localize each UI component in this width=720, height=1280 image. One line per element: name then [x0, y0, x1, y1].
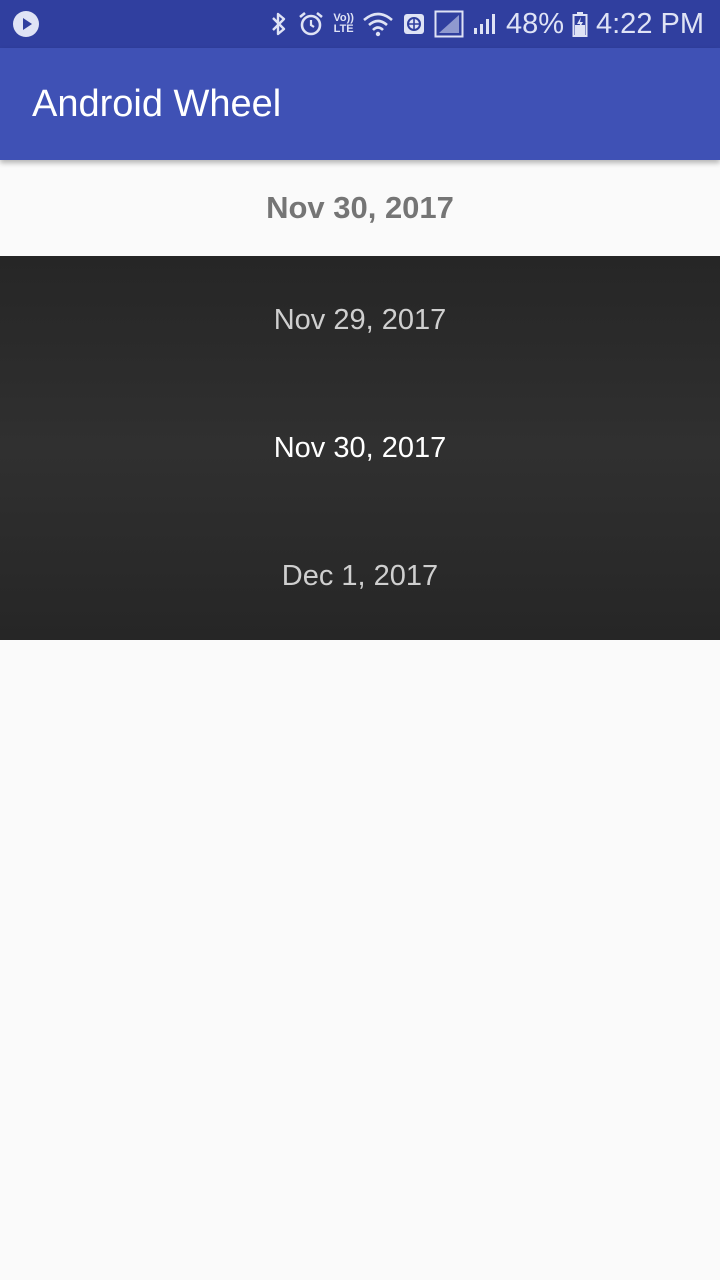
volte-icon: Vo)) LTE — [333, 12, 354, 35]
wheel-item-previous[interactable]: Nov 29, 2017 — [0, 256, 720, 384]
app-bar: Android Wheel — [0, 48, 720, 160]
signal-icon-2 — [472, 10, 498, 38]
date-wheel-picker[interactable]: Nov 29, 2017 Nov 30, 2017 Dec 1, 2017 — [0, 256, 720, 640]
status-bar: Vo)) LTE 48% 4:22 PM — [0, 0, 720, 48]
battery-percent: 48% — [505, 7, 564, 40]
bluetooth-icon — [269, 10, 289, 38]
battery-icon — [572, 10, 588, 38]
wheel-item-next[interactable]: Dec 1, 2017 — [0, 512, 720, 640]
data-saver-icon — [402, 10, 426, 38]
signal-icon — [434, 10, 464, 38]
wifi-icon — [362, 10, 394, 38]
clock: 4:22 PM — [596, 7, 704, 40]
wheel-item-current[interactable]: Nov 30, 2017 — [0, 384, 720, 512]
app-title: Android Wheel — [32, 82, 282, 125]
play-icon — [12, 10, 40, 38]
selected-date-label: Nov 30, 2017 — [266, 190, 454, 225]
alarm-icon — [297, 10, 325, 38]
